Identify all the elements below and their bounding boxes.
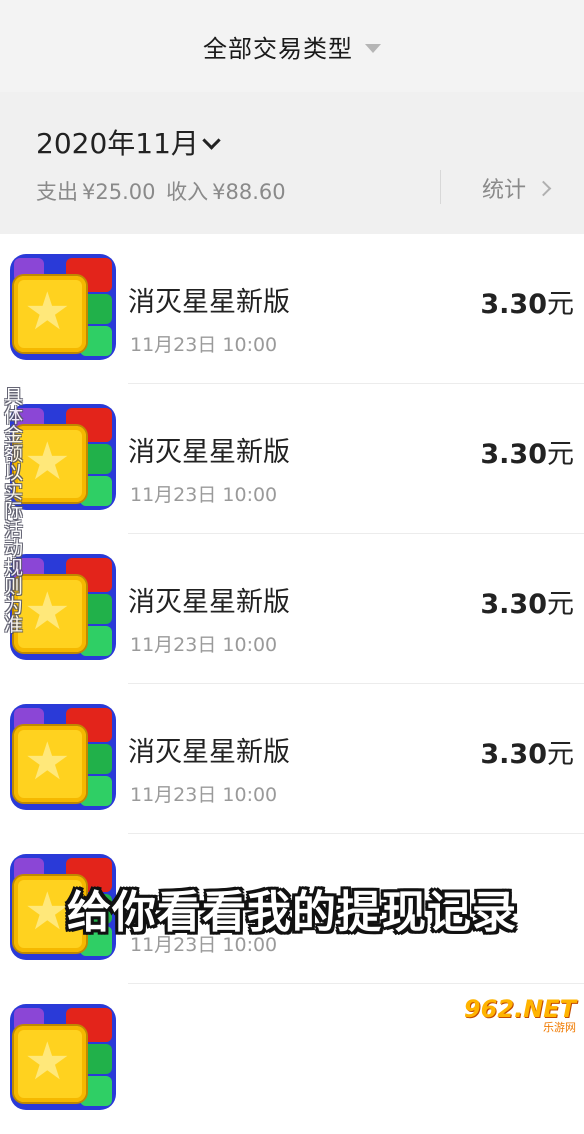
transaction-name: 消灭星星新版 (128, 437, 290, 468)
totals: 支出 ¥25.00 收入 ¥88.60 (36, 176, 290, 206)
logo-subtext: 乐游网 (543, 1021, 576, 1034)
chevron-down-icon (202, 130, 221, 150)
transaction-time: 11月23日 10:00 (130, 784, 278, 806)
chevron-right-icon (535, 180, 552, 196)
caret-down-icon (365, 43, 381, 53)
divider (440, 170, 441, 204)
video-caption: 给你看看我的提现记录 (67, 887, 517, 938)
game-star-icon (10, 254, 116, 360)
income-value: ¥88.60 (212, 180, 286, 204)
transaction-time: 11月23日 10:00 (130, 634, 278, 656)
month-summary: 2020年11月 支出 ¥25.00 收入 ¥88.60 统计 (0, 92, 584, 234)
transaction-row[interactable]: 消灭星星新版 11月23日 10:00 3.30元 (0, 234, 584, 384)
transaction-type-filter[interactable]: 全部交易类型 (0, 0, 584, 92)
month-label: 2020年11月 (36, 127, 199, 160)
transaction-row[interactable]: 消灭星星新版 11月23日 10:00 3.30元 (0, 684, 584, 834)
game-star-icon (10, 1004, 116, 1110)
income-label: 收入 (166, 180, 209, 204)
transaction-type-title: 全部交易类型 (203, 34, 353, 63)
transaction-time: 11月23日 10:00 (130, 484, 278, 506)
transaction-amount: 3.30元 (480, 589, 574, 620)
stats-label: 统计 (482, 178, 527, 203)
game-star-icon (10, 704, 116, 810)
transaction-name: 消灭星星新版 (128, 587, 290, 618)
transaction-name: 消灭星星新版 (128, 287, 290, 318)
transaction-time: 11月23日 10:00 (130, 334, 278, 356)
month-selector[interactable]: 2020年11月 (36, 122, 221, 162)
disclaimer-watermark: 具体金额以实际活动规则为准 (4, 386, 24, 636)
transaction-row[interactable]: 消灭星星新版 11月23日 10:00 3.30元 (0, 534, 584, 684)
stats-button[interactable]: 统计 (482, 172, 552, 204)
expense-label: 支出 (36, 180, 78, 204)
transaction-amount: 3.30元 (480, 739, 574, 770)
transaction-amount: 3.30元 (480, 439, 574, 470)
transaction-amount: 3.30元 (480, 289, 574, 320)
site-logo: 962.NET 乐游网 (436, 995, 576, 1034)
transaction-name: 消灭星星新版 (128, 737, 290, 768)
expense-value: ¥25.00 (82, 180, 156, 204)
transaction-row[interactable]: 消灭星星新版 11月23日 10:00 3.30元 (0, 384, 584, 534)
